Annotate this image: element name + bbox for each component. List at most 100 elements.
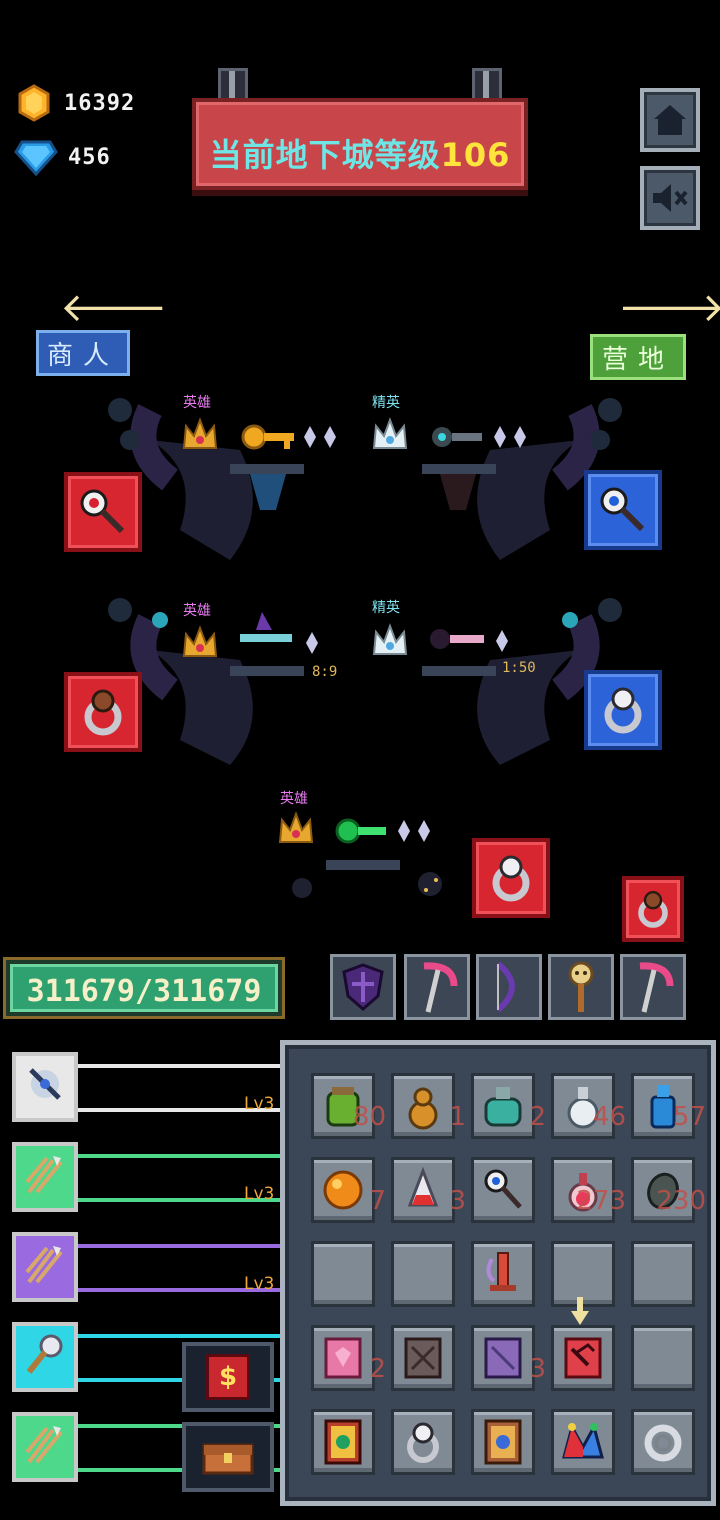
gourd-icon [408,1087,438,1130]
inventory-slot[interactable] [311,1409,375,1475]
gold-counter: 16392 [14,84,135,122]
crystal-pip-icon [496,630,508,652]
inventory-slot[interactable] [551,1409,615,1475]
ring-icon [407,1422,439,1463]
brown-tome-icon [404,1337,442,1379]
equip-slot-4[interactable] [548,954,614,1020]
equip-slot-3[interactable] [476,954,542,1020]
inventory-slot[interactable]: 7 [311,1157,386,1223]
dark-key-icon[interactable] [428,420,486,454]
arrows-icon [23,1422,67,1472]
elite-tag-mid-right: 精英 [372,600,400,616]
inventory-slot[interactable]: 80 [311,1073,386,1139]
hero-crown-icon[interactable] [276,808,316,848]
red-tome-icon [564,1337,602,1379]
altar-slot-left-mid[interactable] [64,672,142,752]
eye-staff-icon [484,1169,522,1209]
inventory-slot[interactable] [631,1325,695,1391]
pink-key-icon[interactable] [426,622,488,656]
equip-slot-5[interactable] [620,954,686,1020]
diamond-icon [14,140,58,176]
gold-coin-icon [18,84,50,122]
item-count: 46 [592,1102,626,1132]
inventory-slot[interactable] [551,1325,615,1391]
item-count: 2 [369,1354,386,1384]
purple-key-icon[interactable] [236,606,296,656]
inventory-slot[interactable] [471,1241,535,1307]
inventory-slot[interactable]: 3 [391,1157,466,1223]
item-count: 273 [576,1186,626,1216]
home-button[interactable] [640,88,700,152]
inventory-slot[interactable]: 2 [471,1073,546,1139]
jester-hat-icon [562,1423,604,1459]
altar-timer-left: 8:9 [312,664,338,680]
green-key-icon[interactable] [334,814,390,848]
altar-timer-right: 1:50 [502,660,536,676]
altar-slot-left-top[interactable] [64,472,142,552]
skill-level: Lv3 [244,1274,275,1294]
teal-potion-icon [484,1087,522,1127]
inventory-slot[interactable]: 46 [551,1073,626,1139]
inventory-slot[interactable] [391,1409,455,1475]
skill-row[interactable]: Lv3 [12,1232,288,1304]
ring-icon [84,689,122,736]
chest-button[interactable] [182,1422,274,1492]
inventory-slot[interactable]: 2 [311,1325,386,1391]
skill-icon-frame[interactable] [12,1052,78,1122]
inventory-slot[interactable]: 3 [471,1325,546,1391]
skill-row[interactable]: Lv3 [12,1142,288,1214]
scythe-icon [639,962,674,1013]
crystal-pip-icon [306,632,318,654]
equip-slot-2[interactable] [404,954,470,1020]
hero-tag-mid-left: 英雄 [183,603,211,619]
mute-button[interactable] [640,166,700,230]
skill-icon-frame[interactable] [12,1322,78,1392]
dungeon-level-label: 当前地下城等级 [209,136,441,174]
item-count: 7 [369,1186,386,1216]
shield-icon [342,963,384,1011]
left-arrow-icon: 🡐 [60,285,168,331]
inventory-slot[interactable] [311,1241,375,1307]
inventory-slot[interactable]: 57 [631,1073,706,1139]
inventory-slot[interactable]: 273 [551,1157,626,1223]
eye-staff-icon [80,489,125,534]
inventory-slot[interactable] [391,1325,455,1391]
gem-book-icon [324,1419,362,1465]
hp-text: 311679/311679 [26,974,262,1009]
hp-bar: 311679/311679 [6,960,282,1016]
skill-icon-frame[interactable] [12,1412,78,1482]
item-count: 1 [449,1102,466,1132]
hero-crown-icon[interactable] [180,414,220,454]
eye-staff-icon [600,487,645,532]
inventory-slot[interactable] [471,1409,535,1475]
skill-level: Lv3 [244,1094,275,1114]
item-count: 3 [449,1186,466,1216]
inventory-slot[interactable] [631,1241,695,1307]
hero-crown-icon[interactable] [180,622,220,662]
inventory-slot[interactable] [471,1157,535,1223]
altar-slot-right-top[interactable] [584,470,662,550]
elite-crown-icon[interactable] [370,414,410,454]
inventory-slot[interactable]: 1 [391,1073,466,1139]
item-count: 57 [672,1102,706,1132]
altar-slot-right-mid[interactable] [584,670,662,750]
inventory-slot[interactable] [391,1241,455,1307]
inventory-slot[interactable] [631,1409,695,1475]
bow-icon [495,961,515,1013]
dollar-icon: $ [206,1354,250,1400]
crystal-pips-icon [494,426,526,448]
shop-button[interactable]: $ [182,1342,274,1412]
altar-slot-bottom[interactable] [472,838,550,918]
item-count: 230 [656,1186,706,1216]
skill-icon-frame[interactable] [12,1232,78,1302]
home-icon [654,105,686,135]
speaker-muted-icon [653,184,688,212]
skill-icon-frame[interactable] [12,1142,78,1212]
gold-key-icon[interactable] [240,420,298,454]
equip-slot-1[interactable] [330,954,396,1020]
inventory-slot[interactable]: 230 [631,1157,706,1223]
mace-icon [23,1332,67,1382]
skill-row[interactable]: Lv3 [12,1052,288,1124]
crystal-pips-icon [398,820,430,842]
elite-crown-icon[interactable] [370,620,410,660]
